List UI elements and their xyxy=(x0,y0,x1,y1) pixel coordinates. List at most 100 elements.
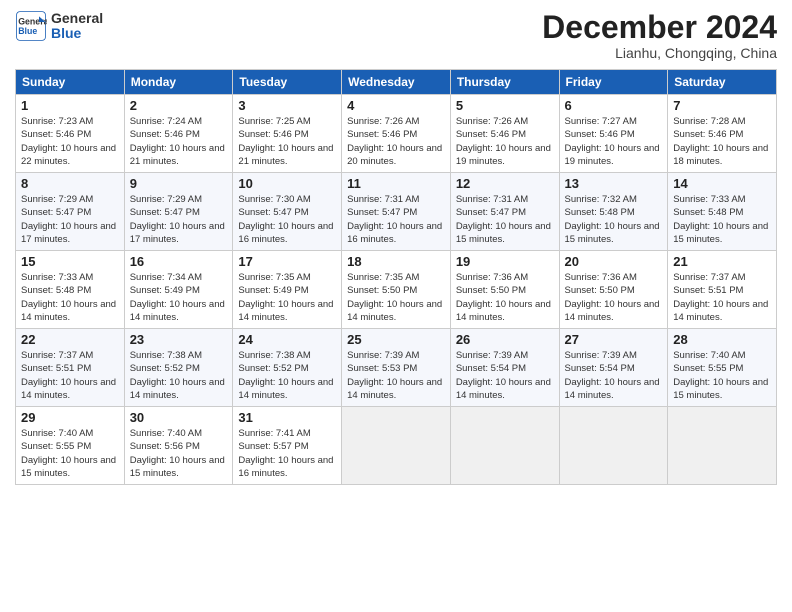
day-5: 5 Sunrise: 7:26 AM Sunset: 5:46 PM Dayli… xyxy=(450,95,559,173)
day-number: 3 xyxy=(238,98,336,113)
day-info: Sunrise: 7:34 AM Sunset: 5:49 PM Dayligh… xyxy=(130,271,228,324)
day-18: 18 Sunrise: 7:35 AM Sunset: 5:50 PM Dayl… xyxy=(342,251,451,329)
day-7: 7 Sunrise: 7:28 AM Sunset: 5:46 PM Dayli… xyxy=(668,95,777,173)
day-number: 14 xyxy=(673,176,771,191)
day-number: 24 xyxy=(238,332,336,347)
day-number: 22 xyxy=(21,332,119,347)
day-number: 6 xyxy=(565,98,663,113)
day-27: 27 Sunrise: 7:39 AM Sunset: 5:54 PM Dayl… xyxy=(559,329,668,407)
day-9: 9 Sunrise: 7:29 AM Sunset: 5:47 PM Dayli… xyxy=(124,173,233,251)
day-30: 30 Sunrise: 7:40 AM Sunset: 5:56 PM Dayl… xyxy=(124,407,233,485)
col-friday: Friday xyxy=(559,70,668,95)
day-info: Sunrise: 7:36 AM Sunset: 5:50 PM Dayligh… xyxy=(565,271,663,324)
day-number: 27 xyxy=(565,332,663,347)
day-info: Sunrise: 7:40 AM Sunset: 5:56 PM Dayligh… xyxy=(130,427,228,480)
calendar-header-row: Sunday Monday Tuesday Wednesday Thursday… xyxy=(16,70,777,95)
location: Lianhu, Chongqing, China xyxy=(542,45,777,61)
day-3: 3 Sunrise: 7:25 AM Sunset: 5:46 PM Dayli… xyxy=(233,95,342,173)
day-number: 23 xyxy=(130,332,228,347)
col-sunday: Sunday xyxy=(16,70,125,95)
day-11: 11 Sunrise: 7:31 AM Sunset: 5:47 PM Dayl… xyxy=(342,173,451,251)
day-info: Sunrise: 7:30 AM Sunset: 5:47 PM Dayligh… xyxy=(238,193,336,246)
calendar-week-5: 29 Sunrise: 7:40 AM Sunset: 5:55 PM Dayl… xyxy=(16,407,777,485)
day-info: Sunrise: 7:31 AM Sunset: 5:47 PM Dayligh… xyxy=(456,193,554,246)
col-tuesday: Tuesday xyxy=(233,70,342,95)
calendar-week-2: 8 Sunrise: 7:29 AM Sunset: 5:47 PM Dayli… xyxy=(16,173,777,251)
day-25: 25 Sunrise: 7:39 AM Sunset: 5:53 PM Dayl… xyxy=(342,329,451,407)
col-wednesday: Wednesday xyxy=(342,70,451,95)
empty-day xyxy=(342,407,451,485)
day-14: 14 Sunrise: 7:33 AM Sunset: 5:48 PM Dayl… xyxy=(668,173,777,251)
logo-icon: General Blue xyxy=(15,10,47,42)
day-number: 5 xyxy=(456,98,554,113)
day-number: 30 xyxy=(130,410,228,425)
day-26: 26 Sunrise: 7:39 AM Sunset: 5:54 PM Dayl… xyxy=(450,329,559,407)
day-number: 25 xyxy=(347,332,445,347)
day-16: 16 Sunrise: 7:34 AM Sunset: 5:49 PM Dayl… xyxy=(124,251,233,329)
day-info: Sunrise: 7:40 AM Sunset: 5:55 PM Dayligh… xyxy=(21,427,119,480)
day-23: 23 Sunrise: 7:38 AM Sunset: 5:52 PM Dayl… xyxy=(124,329,233,407)
day-10: 10 Sunrise: 7:30 AM Sunset: 5:47 PM Dayl… xyxy=(233,173,342,251)
day-number: 8 xyxy=(21,176,119,191)
day-number: 20 xyxy=(565,254,663,269)
day-2: 2 Sunrise: 7:24 AM Sunset: 5:46 PM Dayli… xyxy=(124,95,233,173)
day-info: Sunrise: 7:38 AM Sunset: 5:52 PM Dayligh… xyxy=(238,349,336,402)
day-info: Sunrise: 7:26 AM Sunset: 5:46 PM Dayligh… xyxy=(456,115,554,168)
day-20: 20 Sunrise: 7:36 AM Sunset: 5:50 PM Dayl… xyxy=(559,251,668,329)
logo-text: General Blue xyxy=(51,11,103,42)
day-number: 31 xyxy=(238,410,336,425)
day-15: 15 Sunrise: 7:33 AM Sunset: 5:48 PM Dayl… xyxy=(16,251,125,329)
day-info: Sunrise: 7:32 AM Sunset: 5:48 PM Dayligh… xyxy=(565,193,663,246)
day-number: 4 xyxy=(347,98,445,113)
day-28: 28 Sunrise: 7:40 AM Sunset: 5:55 PM Dayl… xyxy=(668,329,777,407)
day-19: 19 Sunrise: 7:36 AM Sunset: 5:50 PM Dayl… xyxy=(450,251,559,329)
day-6: 6 Sunrise: 7:27 AM Sunset: 5:46 PM Dayli… xyxy=(559,95,668,173)
day-number: 1 xyxy=(21,98,119,113)
day-number: 15 xyxy=(21,254,119,269)
logo: General Blue General Blue xyxy=(15,10,103,42)
day-number: 17 xyxy=(238,254,336,269)
day-number: 10 xyxy=(238,176,336,191)
month-title: December 2024 xyxy=(542,10,777,45)
day-22: 22 Sunrise: 7:37 AM Sunset: 5:51 PM Dayl… xyxy=(16,329,125,407)
calendar-week-1: 1 Sunrise: 7:23 AM Sunset: 5:46 PM Dayli… xyxy=(16,95,777,173)
day-17: 17 Sunrise: 7:35 AM Sunset: 5:49 PM Dayl… xyxy=(233,251,342,329)
empty-day xyxy=(668,407,777,485)
col-monday: Monday xyxy=(124,70,233,95)
page-container: General Blue General Blue December 2024 … xyxy=(0,0,792,495)
day-info: Sunrise: 7:40 AM Sunset: 5:55 PM Dayligh… xyxy=(673,349,771,402)
day-31: 31 Sunrise: 7:41 AM Sunset: 5:57 PM Dayl… xyxy=(233,407,342,485)
day-number: 28 xyxy=(673,332,771,347)
title-section: December 2024 Lianhu, Chongqing, China xyxy=(542,10,777,61)
day-number: 12 xyxy=(456,176,554,191)
day-number: 26 xyxy=(456,332,554,347)
day-info: Sunrise: 7:28 AM Sunset: 5:46 PM Dayligh… xyxy=(673,115,771,168)
day-number: 13 xyxy=(565,176,663,191)
day-info: Sunrise: 7:24 AM Sunset: 5:46 PM Dayligh… xyxy=(130,115,228,168)
day-4: 4 Sunrise: 7:26 AM Sunset: 5:46 PM Dayli… xyxy=(342,95,451,173)
day-number: 11 xyxy=(347,176,445,191)
day-24: 24 Sunrise: 7:38 AM Sunset: 5:52 PM Dayl… xyxy=(233,329,342,407)
day-number: 18 xyxy=(347,254,445,269)
day-8: 8 Sunrise: 7:29 AM Sunset: 5:47 PM Dayli… xyxy=(16,173,125,251)
svg-text:Blue: Blue xyxy=(18,26,37,36)
day-number: 7 xyxy=(673,98,771,113)
day-info: Sunrise: 7:38 AM Sunset: 5:52 PM Dayligh… xyxy=(130,349,228,402)
calendar-week-4: 22 Sunrise: 7:37 AM Sunset: 5:51 PM Dayl… xyxy=(16,329,777,407)
day-info: Sunrise: 7:39 AM Sunset: 5:53 PM Dayligh… xyxy=(347,349,445,402)
day-info: Sunrise: 7:33 AM Sunset: 5:48 PM Dayligh… xyxy=(21,271,119,324)
day-number: 21 xyxy=(673,254,771,269)
day-29: 29 Sunrise: 7:40 AM Sunset: 5:55 PM Dayl… xyxy=(16,407,125,485)
empty-day xyxy=(559,407,668,485)
day-info: Sunrise: 7:26 AM Sunset: 5:46 PM Dayligh… xyxy=(347,115,445,168)
calendar-week-3: 15 Sunrise: 7:33 AM Sunset: 5:48 PM Dayl… xyxy=(16,251,777,329)
day-info: Sunrise: 7:39 AM Sunset: 5:54 PM Dayligh… xyxy=(565,349,663,402)
calendar: Sunday Monday Tuesday Wednesday Thursday… xyxy=(15,69,777,485)
day-info: Sunrise: 7:27 AM Sunset: 5:46 PM Dayligh… xyxy=(565,115,663,168)
col-thursday: Thursday xyxy=(450,70,559,95)
day-number: 19 xyxy=(456,254,554,269)
day-info: Sunrise: 7:35 AM Sunset: 5:50 PM Dayligh… xyxy=(347,271,445,324)
day-info: Sunrise: 7:35 AM Sunset: 5:49 PM Dayligh… xyxy=(238,271,336,324)
header: General Blue General Blue December 2024 … xyxy=(15,10,777,61)
day-info: Sunrise: 7:29 AM Sunset: 5:47 PM Dayligh… xyxy=(130,193,228,246)
